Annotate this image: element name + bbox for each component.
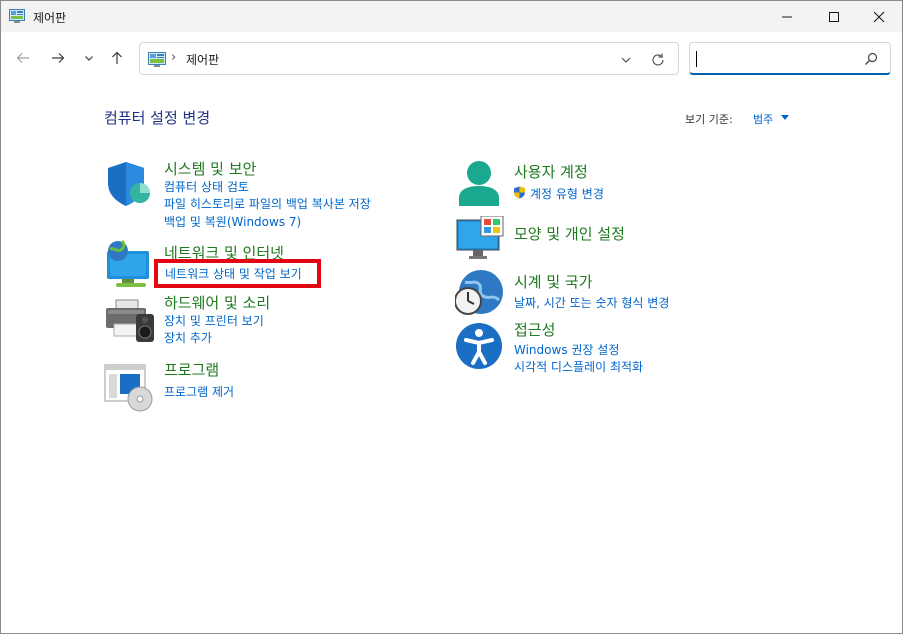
link-view-network-status[interactable]: 네트워크 상태 및 작업 보기 xyxy=(165,265,302,282)
clock-globe-icon[interactable] xyxy=(455,268,507,320)
arrow-right-icon xyxy=(52,53,65,63)
close-button[interactable] xyxy=(856,1,902,32)
minimize-icon xyxy=(782,16,792,17)
forward-button[interactable] xyxy=(46,46,70,70)
view-by-label: 보기 기준: xyxy=(685,113,733,126)
category-accessibility[interactable]: 접근성 xyxy=(514,319,555,340)
chevron-down-icon xyxy=(85,56,93,61)
uac-shield-icon xyxy=(514,186,525,199)
title-bar: 제어판 xyxy=(1,1,902,32)
control-panel-icon xyxy=(148,52,166,67)
window-title: 제어판 xyxy=(33,11,67,25)
link-review-computer-status[interactable]: 컴퓨터 상태 검토 xyxy=(164,178,249,195)
category-hardware-sound[interactable]: 하드웨어 및 소리 xyxy=(164,292,270,313)
accessibility-icon[interactable] xyxy=(455,322,507,374)
view-by-dropdown[interactable]: 범주 xyxy=(753,111,773,127)
page-title: 컴퓨터 설정 변경 xyxy=(104,109,211,127)
control-panel-window: 제어판 › 제어판 컴퓨터 설정 변경 보기 기준: 범주 시스템 및 보안 컴… xyxy=(0,0,903,634)
recent-locations-button[interactable] xyxy=(77,46,101,70)
category-appearance-personalization[interactable]: 모양 및 개인 설정 xyxy=(514,223,625,244)
breadcrumb-control-panel[interactable]: 제어판 xyxy=(186,51,219,68)
minimize-button[interactable] xyxy=(764,1,810,32)
link-uninstall-program[interactable]: 프로그램 제거 xyxy=(164,383,234,400)
navigation-bar: › 제어판 xyxy=(1,32,902,86)
link-optimize-visual-display[interactable]: 시각적 디스플레이 최적화 xyxy=(514,358,643,375)
category-system-security[interactable]: 시스템 및 보안 xyxy=(164,158,256,179)
link-add-device[interactable]: 장치 추가 xyxy=(164,329,212,346)
address-bar[interactable]: › 제어판 xyxy=(139,42,679,75)
link-change-date-time-format[interactable]: 날짜, 시간 또는 숫자 형식 변경 xyxy=(514,294,669,311)
refresh-icon[interactable] xyxy=(649,51,667,69)
control-panel-icon xyxy=(9,9,25,23)
link-view-devices-printers[interactable]: 장치 및 프린터 보기 xyxy=(164,312,264,329)
network-globe-icon[interactable] xyxy=(104,239,156,291)
text-cursor xyxy=(696,51,697,67)
up-button[interactable] xyxy=(105,46,129,70)
breadcrumb-separator: › xyxy=(171,50,177,65)
appearance-display-icon[interactable] xyxy=(455,216,507,268)
category-programs[interactable]: 프로그램 xyxy=(164,359,219,380)
caret-down-icon[interactable] xyxy=(781,115,789,120)
printer-speaker-icon[interactable] xyxy=(104,294,156,346)
link-windows-recommended-settings[interactable]: Windows 권장 설정 xyxy=(514,341,619,358)
link-file-history-backup[interactable]: 파일 히스토리로 파일의 백업 복사본 저장 xyxy=(164,195,371,212)
maximize-button[interactable] xyxy=(811,1,857,32)
shield-icon[interactable] xyxy=(104,159,156,211)
programs-icon[interactable] xyxy=(104,361,156,413)
chevron-down-icon[interactable] xyxy=(618,52,634,68)
category-user-accounts[interactable]: 사용자 계정 xyxy=(514,161,588,182)
arrow-left-icon xyxy=(16,53,29,63)
arrow-up-icon xyxy=(112,51,122,64)
close-icon xyxy=(873,11,885,22)
back-button[interactable] xyxy=(11,46,35,70)
link-backup-restore[interactable]: 백업 및 복원(Windows 7) xyxy=(164,213,301,230)
user-account-icon[interactable] xyxy=(455,158,507,210)
search-icon[interactable] xyxy=(864,52,878,66)
search-box[interactable] xyxy=(689,42,891,75)
category-clock-region[interactable]: 시계 및 국가 xyxy=(514,271,593,292)
link-change-account-type[interactable]: 계정 유형 변경 xyxy=(530,185,604,202)
maximize-icon xyxy=(829,11,839,22)
